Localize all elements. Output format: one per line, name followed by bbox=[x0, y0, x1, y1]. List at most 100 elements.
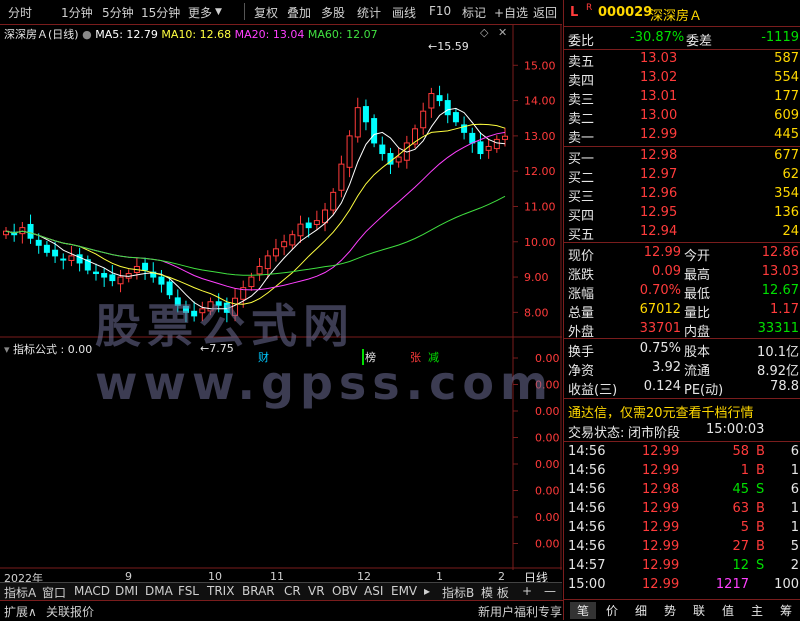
tab-15min[interactable]: 15分钟 bbox=[141, 4, 180, 21]
promo-text[interactable]: 通达信，仅需20元查看千档行情 bbox=[568, 402, 754, 421]
tick-row[interactable]: 15:00 12.99 1217 100 bbox=[564, 576, 800, 595]
overlay-button[interactable]: 叠加 bbox=[287, 4, 311, 21]
quote-row: 涨跌 0.09 最高 13.03 bbox=[564, 263, 800, 283]
tick-row[interactable]: 14:57 12.99 12 S 2 bbox=[564, 557, 800, 576]
tick-side: B bbox=[756, 463, 765, 478]
tab-indicator-b[interactable]: 指标B bbox=[442, 584, 474, 601]
tick-row[interactable]: 14:56 12.99 58 B 6 bbox=[564, 443, 800, 462]
draw-line-button[interactable]: 画线 bbox=[392, 4, 416, 21]
tick-row[interactable]: 14:56 12.99 5 B 1 bbox=[564, 519, 800, 538]
tab-brar[interactable]: BRAR bbox=[242, 584, 275, 598]
bid-row[interactable]: 买一 12.98 677 bbox=[564, 147, 800, 167]
bid-row[interactable]: 买五 12.94 24 bbox=[564, 223, 800, 243]
quote-value: 33701 bbox=[639, 321, 681, 336]
tab-obv[interactable]: OBV bbox=[332, 584, 358, 598]
ask-row[interactable]: 卖五 13.03 587 bbox=[564, 50, 800, 70]
fund-value: 0.75% bbox=[639, 341, 681, 356]
panel-tab[interactable]: 值 bbox=[715, 602, 741, 619]
bid-row[interactable]: 买四 12.95 136 bbox=[564, 204, 800, 224]
trade-status-value: 闭市阶段 bbox=[628, 426, 681, 441]
add-tab-button[interactable]: + bbox=[522, 584, 532, 598]
ask-price: 12.99 bbox=[640, 127, 678, 142]
tab-window[interactable]: 窗口 bbox=[42, 584, 66, 601]
ask-row[interactable]: 卖二 13.00 609 bbox=[564, 107, 800, 127]
fund-label: 股本 bbox=[684, 345, 711, 360]
bid-row[interactable]: 买二 12.97 62 bbox=[564, 166, 800, 186]
indicator-tick-label: 0.00 bbox=[535, 538, 560, 551]
candle-body bbox=[395, 156, 402, 163]
indicator-header[interactable]: ▾ 指标公式 : 0.00 bbox=[4, 341, 92, 357]
related-quote-button[interactable]: 关联报价 bbox=[46, 603, 94, 620]
panel-tab[interactable]: 细 bbox=[628, 602, 654, 619]
tick-count: 100 bbox=[774, 577, 799, 592]
quote-label: 今开 bbox=[684, 249, 711, 264]
ask-row[interactable]: 卖四 13.02 554 bbox=[564, 69, 800, 89]
tab-cr[interactable]: CR bbox=[284, 584, 301, 598]
bid-row[interactable]: 买三 12.96 354 bbox=[564, 185, 800, 205]
tab-trix[interactable]: TRIX bbox=[207, 584, 234, 598]
tab-emv[interactable]: EMV bbox=[391, 584, 417, 598]
quote-value: 12.99 bbox=[643, 245, 681, 260]
price-tick-label: 10.00 bbox=[524, 236, 556, 249]
candle-body bbox=[109, 274, 116, 282]
tab-dmi[interactable]: DMI bbox=[115, 584, 138, 598]
promo-row[interactable]: 通达信，仅需20元查看千档行情 bbox=[564, 401, 800, 421]
expand-button[interactable]: 扩展∧ bbox=[4, 603, 37, 620]
add-watchlist-button[interactable]: +自选 bbox=[494, 4, 528, 21]
fuquan-button[interactable]: 复权 bbox=[254, 4, 278, 21]
back-button[interactable]: 返回 bbox=[533, 4, 557, 21]
panel-tab[interactable]: 筹 bbox=[773, 602, 799, 619]
ma-line-5 bbox=[5, 107, 506, 310]
cross-icon[interactable]: ✕ bbox=[498, 26, 507, 39]
tab-5min[interactable]: 5分钟 bbox=[102, 4, 134, 21]
candlestick-group bbox=[3, 85, 508, 323]
panel-tab[interactable]: 笔 bbox=[570, 602, 596, 619]
panel-tab[interactable]: 主 bbox=[744, 602, 770, 619]
tab-more[interactable]: 更多 bbox=[188, 4, 212, 21]
tick-row[interactable]: 14:56 12.98 45 S 6 bbox=[564, 481, 800, 500]
tab-macd[interactable]: MACD bbox=[74, 584, 110, 598]
tabs-scroll-arrow-icon[interactable]: ▸ bbox=[424, 584, 430, 598]
tab-timeshare[interactable]: 分时 bbox=[8, 4, 32, 21]
stats-button[interactable]: 统计 bbox=[357, 4, 381, 21]
tick-row[interactable]: 14:56 12.99 63 B 1 bbox=[564, 500, 800, 519]
panel-tab[interactable]: 价 bbox=[599, 602, 625, 619]
ask-volume: 554 bbox=[774, 70, 799, 85]
tick-count: 1 bbox=[790, 501, 799, 516]
trade-status-row: 交易状态: 闭市阶段 15:00:03 bbox=[564, 421, 800, 441]
candle-body bbox=[68, 255, 75, 261]
fund-value: 3.92 bbox=[652, 360, 681, 375]
f10-button[interactable]: F10 bbox=[429, 4, 451, 18]
panel-tab[interactable]: 联 bbox=[686, 602, 712, 619]
tick-row[interactable]: 14:56 12.99 1 B 1 bbox=[564, 462, 800, 481]
tick-time: 14:56 bbox=[568, 501, 606, 516]
ma5-label: MA5: 12.79 bbox=[95, 28, 158, 41]
quote-value: 0.09 bbox=[652, 264, 681, 279]
toolbar-divider bbox=[244, 3, 245, 20]
mark-button[interactable]: 标记 bbox=[462, 4, 486, 21]
chevron-down-icon[interactable]: ▼ bbox=[215, 7, 222, 17]
tick-row[interactable]: 14:56 12.99 27 B 5 bbox=[564, 538, 800, 557]
ask-row[interactable]: 卖三 13.01 177 bbox=[564, 88, 800, 108]
tick-price: 12.99 bbox=[642, 577, 680, 592]
stock-code: 000029 bbox=[598, 5, 653, 20]
multi-stock-button[interactable]: 多股 bbox=[321, 4, 345, 21]
tab-fsl[interactable]: FSL bbox=[178, 584, 199, 598]
tick-side: B bbox=[756, 501, 765, 516]
bid-label: 买二 bbox=[568, 171, 595, 186]
tab-vr[interactable]: VR bbox=[308, 584, 325, 598]
tab-1min[interactable]: 1分钟 bbox=[61, 4, 93, 21]
tab-template[interactable]: 模 板 bbox=[481, 584, 509, 601]
fund-label: 收益(三) bbox=[568, 383, 618, 398]
diamond-icon[interactable]: ◇ bbox=[480, 26, 488, 39]
panel-tab[interactable]: 势 bbox=[657, 602, 683, 619]
tab-dma[interactable]: DMA bbox=[145, 584, 173, 598]
bid-price: 12.97 bbox=[640, 167, 678, 182]
tab-indicator-a[interactable]: 指标A bbox=[4, 584, 36, 601]
tick-volume: 45 bbox=[732, 482, 749, 497]
tab-asi[interactable]: ASI bbox=[364, 584, 383, 598]
remove-tab-button[interactable]: — bbox=[544, 584, 556, 598]
ma20-label: MA20: 13.04 bbox=[234, 28, 305, 41]
promo-link[interactable]: 新用户福利专享 bbox=[478, 603, 562, 620]
ask-row[interactable]: 卖一 12.99 445 bbox=[564, 126, 800, 146]
